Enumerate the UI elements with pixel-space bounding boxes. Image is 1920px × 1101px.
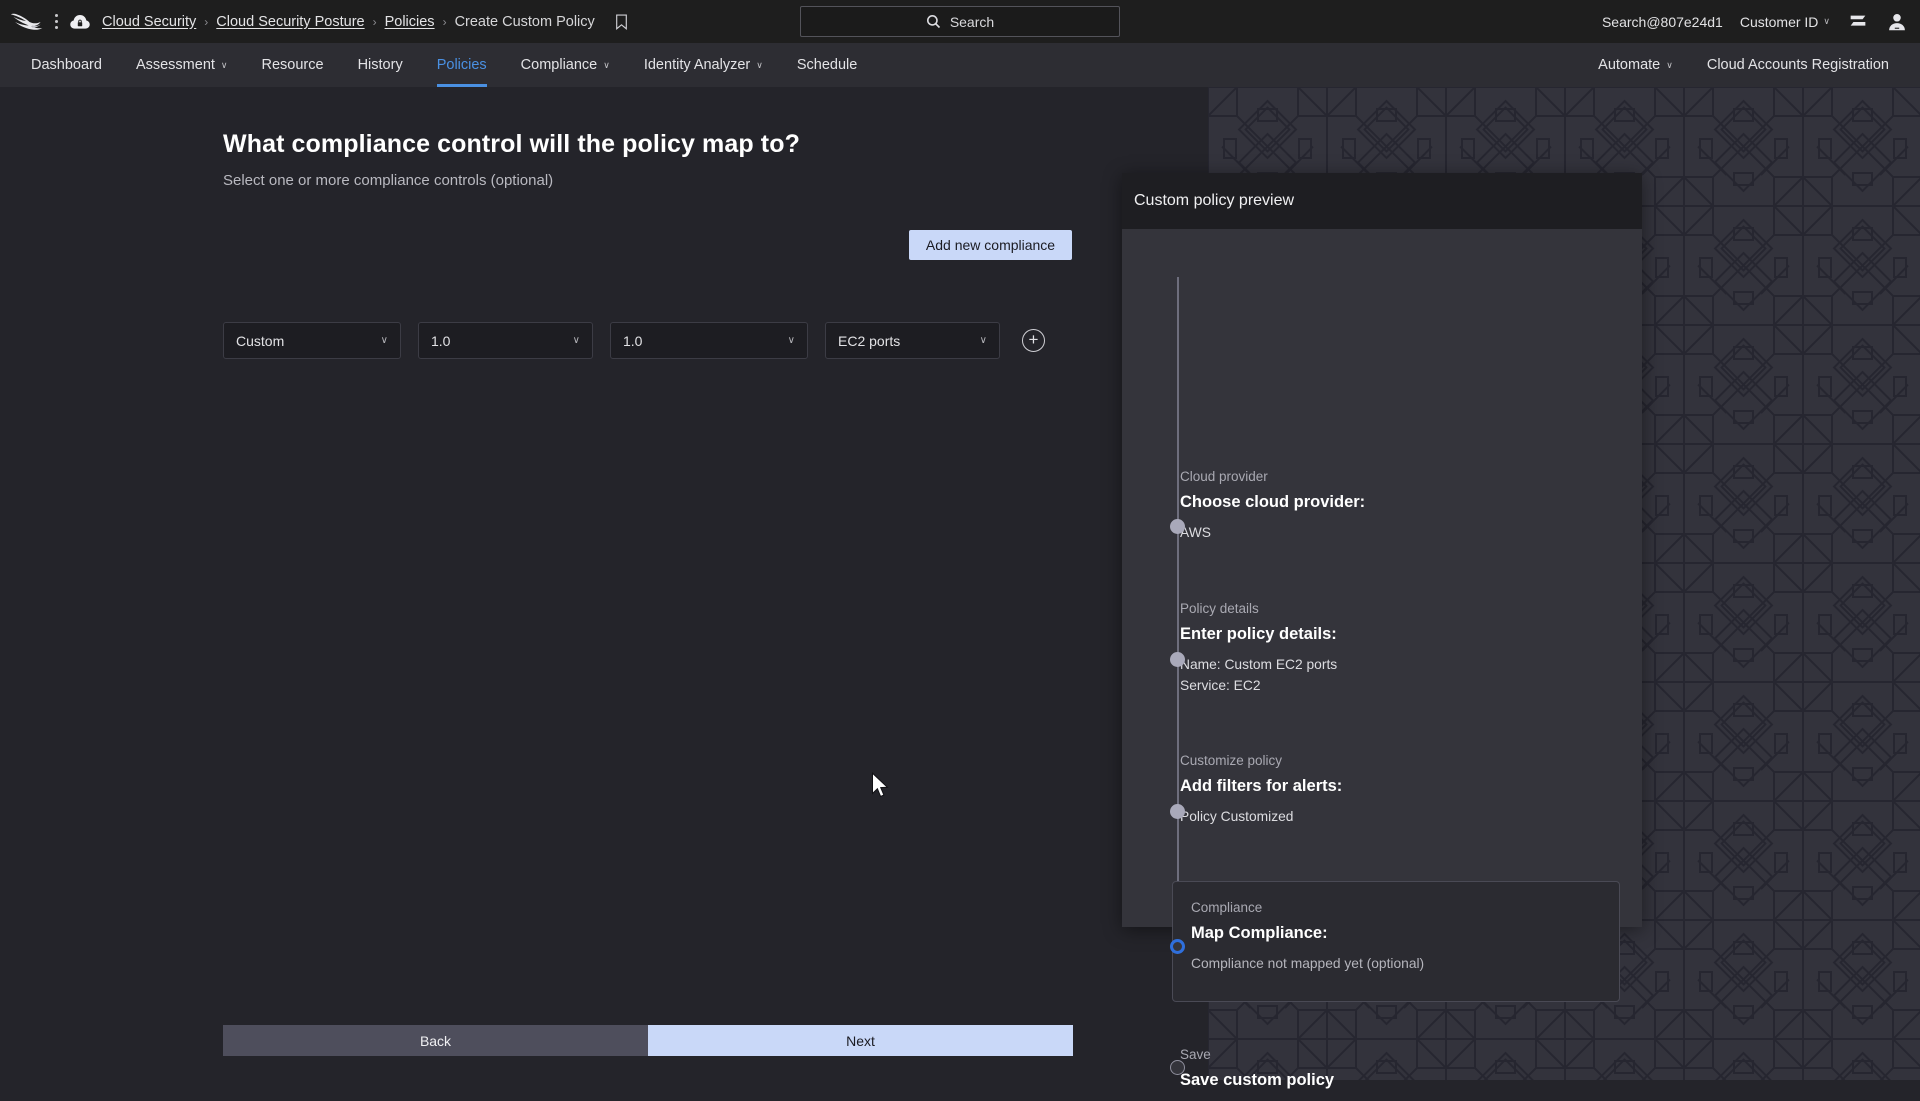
top-right-cluster: Search@807e24d1 Customer ID ∨	[1602, 0, 1908, 43]
timeline-dot-completed	[1170, 652, 1185, 667]
next-button[interactable]: Next	[648, 1025, 1073, 1056]
breadcrumb-item-2[interactable]: Policies	[385, 14, 435, 30]
nav-label: Assessment	[135, 57, 215, 73]
search-placeholder: Search	[949, 13, 995, 30]
nav-label: Compliance	[520, 57, 598, 73]
step-title: Map Compliance:	[1191, 924, 1328, 942]
bookmark-icon[interactable]	[615, 13, 628, 30]
framework-select-value: Custom	[236, 332, 285, 349]
back-button[interactable]: Back	[223, 1025, 648, 1056]
custom-policy-preview-panel: Custom policy preview Cloud provider Cho…	[1122, 173, 1642, 1089]
timeline-dot-current	[1170, 939, 1185, 954]
section-select-value: 1.0	[623, 332, 643, 349]
step-kicker: Policy details	[1180, 601, 1259, 616]
timeline-step-policy-details[interactable]: Policy details Enter policy details: Nam…	[1122, 601, 1642, 696]
step-kicker: Cloud provider	[1180, 469, 1268, 484]
chevron-down-icon: ∨	[572, 335, 580, 346]
chevron-down-icon: ∨	[979, 335, 987, 346]
breadcrumb-separator: ›	[442, 14, 447, 29]
page-title: What compliance control will the policy …	[223, 130, 800, 158]
breadcrumb: Cloud Security › Cloud Security Posture …	[102, 14, 628, 30]
step-body: Policy Customized	[1180, 809, 1294, 824]
nav-label: History	[357, 57, 403, 73]
step-title: Choose cloud provider:	[1180, 493, 1366, 511]
nav-label: Automate	[1598, 57, 1661, 73]
preview-panel-title: Custom policy preview	[1122, 173, 1642, 229]
breadcrumb-separator: ›	[372, 14, 377, 29]
top-bar: Cloud Security › Cloud Security Posture …	[0, 0, 1920, 43]
nav-item-schedule[interactable]: Schedule	[780, 43, 874, 87]
step-kicker: Customize policy	[1180, 753, 1283, 768]
nav-item-identity-analyzer[interactable]: Identity Analyzer ∨	[627, 43, 780, 87]
page-subtitle: Select one or more compliance controls (…	[223, 172, 554, 189]
version-select[interactable]: 1.0 ∨	[418, 322, 593, 359]
customer-id-selector[interactable]: Customer ID ∨	[1740, 14, 1830, 30]
compliance-mapping-row: Custom ∨ 1.0 ∨ 1.0 ∨ EC2 ports ∨ +	[223, 322, 1045, 359]
control-select[interactable]: EC2 ports ∨	[825, 322, 1000, 359]
nav-label: Identity Analyzer	[643, 57, 751, 73]
breadcrumb-item-0[interactable]: Cloud Security	[102, 14, 196, 30]
nav-item-cloud-accounts-registration[interactable]: Cloud Accounts Registration	[1690, 43, 1906, 87]
framework-select[interactable]: Custom ∨	[223, 322, 401, 359]
timeline-dot-pending	[1170, 1060, 1185, 1075]
step-kicker: Compliance	[1191, 900, 1263, 915]
step-body: Compliance not mapped yet (optional)	[1191, 956, 1425, 971]
user-avatar-icon[interactable]	[1886, 11, 1908, 33]
chevron-down-icon: ∨	[1823, 16, 1830, 26]
section-select[interactable]: 1.0 ∨	[610, 322, 808, 359]
breadcrumb-item-1[interactable]: Cloud Security Posture	[216, 14, 364, 30]
step-title: Enter policy details:	[1180, 625, 1337, 643]
step-body: Name: Custom EC2 ports Service: EC2	[1180, 657, 1338, 693]
customer-id-label: Customer ID	[1739, 13, 1819, 30]
timeline-step-customize-policy[interactable]: Customize policy Add filters for alerts:…	[1122, 753, 1642, 828]
chevron-down-icon: ∨	[603, 59, 610, 70]
timeline-step-map-compliance[interactable]: Compliance Map Compliance: Compliance no…	[1122, 881, 1642, 1002]
step-kicker: Save	[1180, 1047, 1211, 1062]
add-mapping-row-button[interactable]: +	[1022, 329, 1045, 352]
nav-item-dashboard[interactable]: Dashboard	[14, 43, 119, 87]
current-step-card: Compliance Map Compliance: Compliance no…	[1172, 881, 1620, 1002]
kebab-menu-icon[interactable]	[51, 14, 62, 29]
add-new-compliance-button[interactable]: Add new compliance	[909, 230, 1072, 260]
wizard-footer: Back Next	[223, 1025, 1073, 1056]
chevron-down-icon: ∨	[220, 59, 228, 70]
nav-label: Schedule	[796, 57, 858, 73]
step-title: Add filters for alerts:	[1180, 777, 1343, 795]
timeline-dot-completed	[1170, 804, 1185, 819]
nav-left-group: Dashboard Assessment ∨ Resource History …	[0, 43, 874, 87]
nav-item-compliance[interactable]: Compliance ∨	[504, 43, 627, 87]
nav-label: Dashboard	[31, 57, 102, 73]
breadcrumb-separator: ›	[204, 14, 209, 29]
control-select-value: EC2 ports	[838, 332, 901, 349]
nav-item-history[interactable]: History	[341, 43, 420, 87]
breadcrumb-item-current: Create Custom Policy	[454, 13, 595, 30]
feedback-icon[interactable]	[1847, 11, 1869, 33]
version-select-value: 1.0	[431, 332, 451, 349]
timeline-step-save[interactable]: Save Save custom policy	[1122, 1047, 1642, 1101]
cloud-lock-icon[interactable]	[69, 11, 91, 33]
nav-item-assessment[interactable]: Assessment ∨	[119, 43, 245, 87]
step-body: AWS	[1180, 525, 1211, 540]
chevron-down-icon: ∨	[787, 335, 795, 346]
timeline-step-cloud-provider[interactable]: Cloud provider Choose cloud provider: AW…	[1122, 469, 1642, 544]
global-search-input[interactable]: Search	[800, 6, 1120, 37]
chevron-down-icon: ∨	[380, 335, 388, 346]
step-title: Save custom policy	[1180, 1071, 1335, 1089]
nav-item-resource[interactable]: Resource	[245, 43, 341, 87]
brand-area	[0, 11, 91, 33]
nav-right-group: Automate ∨ Cloud Accounts Registration	[1581, 43, 1906, 87]
nav-label: Resource	[261, 57, 324, 73]
chevron-down-icon: ∨	[756, 59, 763, 70]
timeline-dot-completed	[1170, 519, 1185, 534]
nav-item-automate[interactable]: Automate ∨	[1581, 43, 1690, 87]
falcon-logo-icon[interactable]	[10, 11, 44, 33]
nav-label: Policies	[436, 57, 487, 73]
policy-wizard-timeline: Cloud provider Choose cloud provider: AW…	[1122, 229, 1642, 1089]
primary-nav: Dashboard Assessment ∨ Resource History …	[0, 43, 1920, 87]
search-icon	[926, 14, 940, 29]
nav-item-policies[interactable]: Policies	[420, 43, 504, 87]
nav-label: Cloud Accounts Registration	[1706, 57, 1889, 73]
chevron-down-icon: ∨	[1666, 59, 1673, 70]
account-label[interactable]: Search@807e24d1	[1602, 14, 1723, 30]
